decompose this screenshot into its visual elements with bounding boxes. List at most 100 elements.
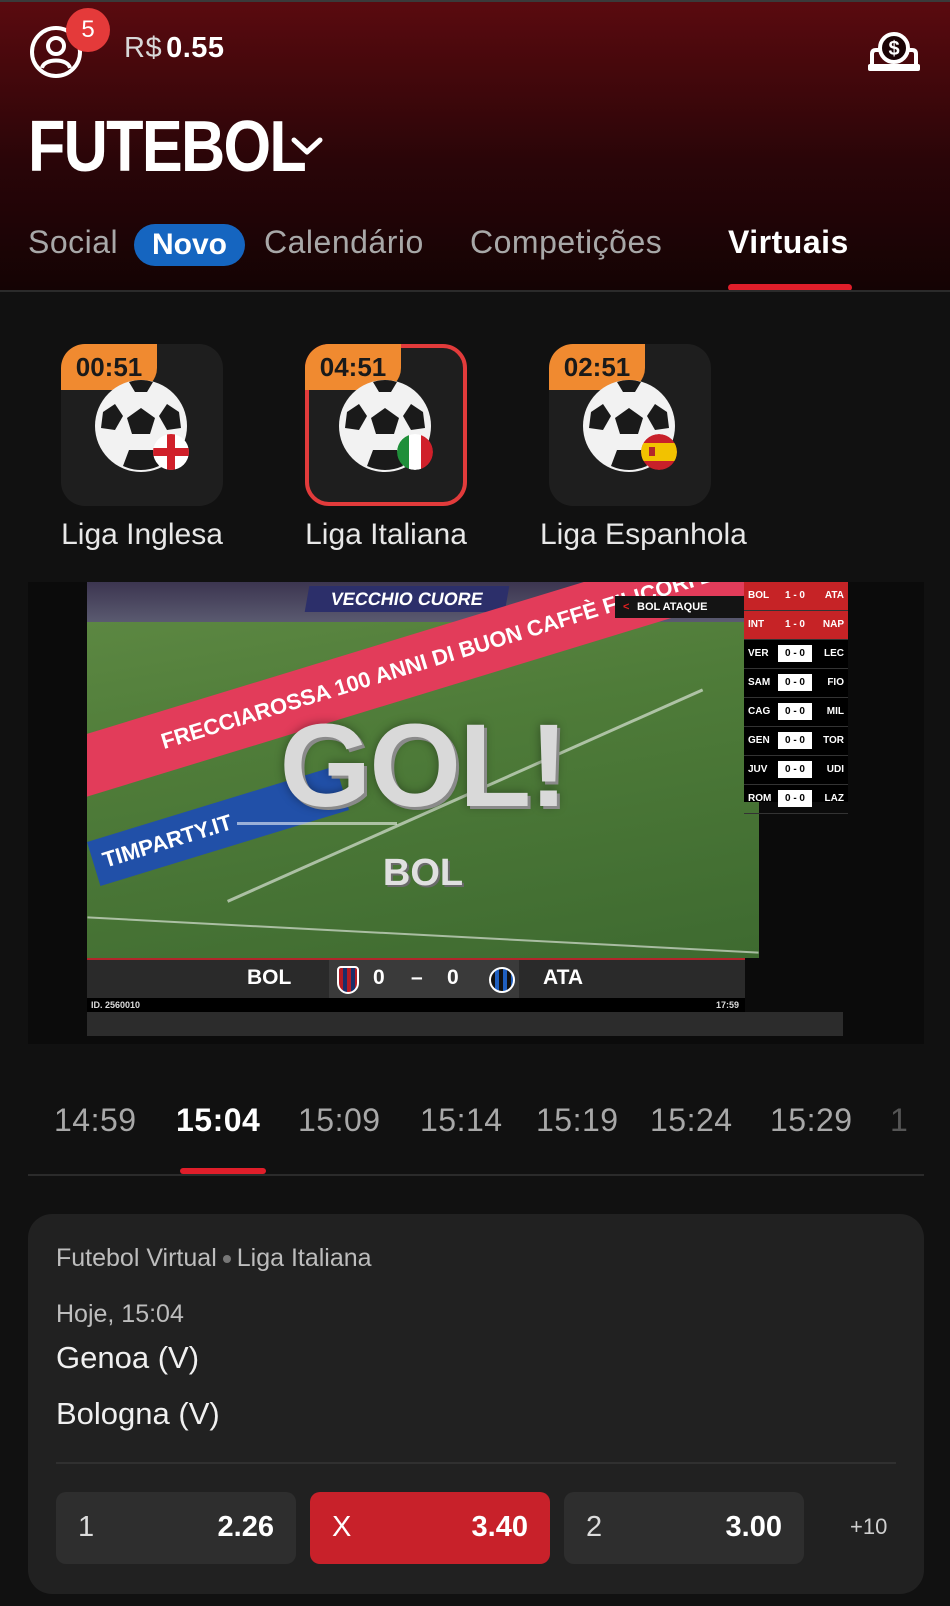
match-scorebar: BOL 0 – 0 ATA	[87, 958, 745, 1000]
score: 0 - 0	[778, 645, 812, 662]
chevron-down-icon[interactable]	[290, 132, 324, 160]
balance-currency: R$	[124, 32, 163, 64]
bologna-crest-icon	[337, 966, 359, 994]
results-row: INT 1 - 0 NAP	[744, 611, 848, 640]
away-team: UDI	[826, 764, 844, 775]
league-card-italiana[interactable]: 04:51 Liga Italiana	[296, 344, 476, 552]
event-card[interactable]: Futebol Virtual Liga Italiana Hoje, 15:04…	[28, 1214, 924, 1594]
header-divider	[0, 290, 950, 292]
notification-badge: 5	[66, 8, 110, 52]
pitch-line	[87, 916, 759, 954]
league-tile[interactable]: 00:51	[61, 344, 223, 506]
league-card-inglesa[interactable]: 00:51 Liga Inglesa	[52, 344, 232, 552]
team-home: Genoa (V)	[56, 1340, 200, 1375]
results-row: GEN 0 - 0 TOR	[744, 727, 848, 756]
event-league: Liga Italiana	[236, 1244, 372, 1272]
event-label: BOL ATAQUE	[637, 601, 708, 613]
video-footer: ID. 2560010 17:59	[87, 998, 745, 1012]
time-slot[interactable]: 14:59	[54, 1102, 137, 1139]
app-header: 5 R$ 0.55 $ FUTEBOL Social Novo Calendári…	[0, 0, 950, 292]
spain-flag-icon	[641, 434, 677, 470]
home-score: 0	[373, 966, 385, 989]
sport-tabs: Social Novo Calendário Competições Virtu…	[0, 214, 950, 292]
goal-team-text: BOL	[382, 852, 464, 894]
tab-calendario[interactable]: Calendário	[264, 224, 424, 261]
odd-button-home[interactable]: 1 2.26	[56, 1492, 296, 1564]
odd-button-away[interactable]: 2 3.00	[564, 1492, 804, 1564]
tab-competicoes[interactable]: Competições	[470, 224, 662, 261]
tab-virtuais[interactable]: Virtuais	[728, 224, 849, 261]
score: 0 - 0	[778, 674, 812, 691]
goal-overlay-text: GOL!	[279, 700, 569, 832]
score: 0 - 0	[778, 761, 812, 778]
scorebar-score: 0 – 0	[329, 960, 519, 1000]
more-markets-link[interactable]: +10	[850, 1514, 887, 1540]
results-row: BOL 1 - 0 ATA	[744, 582, 848, 611]
time-slot[interactable]: 15:24	[650, 1102, 733, 1139]
scorebar-away-team: ATA	[543, 966, 584, 989]
card-divider	[56, 1462, 896, 1464]
home-team: JUV	[748, 764, 768, 775]
match-clock: 17:59	[715, 1000, 739, 1010]
odd-label: 2	[586, 1511, 603, 1543]
results-table: BOL 1 - 0 ATA INT 1 - 0 NAP VER 0 - 0 LE…	[744, 582, 848, 814]
atalanta-crest-icon	[489, 967, 515, 993]
event-sport: Futebol Virtual	[56, 1244, 217, 1272]
stadium-ad: VECCHIO CUORE	[304, 586, 510, 612]
results-row: JUV 0 - 0 UDI	[744, 756, 848, 785]
separator-dot	[222, 1255, 231, 1264]
odd-button-draw[interactable]: X 3.40	[310, 1492, 550, 1564]
svg-text:$: $	[888, 38, 899, 60]
odd-label: 1	[78, 1511, 95, 1543]
league-tile[interactable]: 04:51	[305, 344, 467, 506]
tab-social[interactable]: Social	[28, 224, 118, 261]
league-name: Liga Inglesa	[61, 518, 223, 551]
time-slot[interactable]: 1	[890, 1102, 908, 1139]
live-video-player[interactable]: VECCHIO CUORE FRECCIAROSSA 100 ANNI DI B…	[28, 582, 924, 1044]
time-slot[interactable]: 15:14	[420, 1102, 503, 1139]
event-bar: < BOL ATAQUE 2019	[615, 596, 759, 618]
italy-flag-icon	[397, 434, 433, 470]
away-score: 0	[447, 966, 459, 989]
away-team: MIL	[826, 706, 844, 717]
scorebar-home-team: BOL	[247, 966, 292, 989]
odd-value: 3.00	[725, 1511, 782, 1543]
back-arrow-icon: <	[623, 601, 630, 613]
league-tile[interactable]: 02:51	[549, 344, 711, 506]
time-slot[interactable]: 15:19	[536, 1102, 619, 1139]
score-dash: –	[411, 966, 423, 989]
results-row: VER 0 - 0 LEC	[744, 640, 848, 669]
away-team: LAZ	[824, 793, 844, 804]
event-breadcrumb: Futebol Virtual Liga Italiana	[56, 1244, 372, 1273]
time-selector: 14:59 15:04 15:09 15:14 15:19 15:24 15:2…	[28, 1086, 924, 1176]
time-slot-active[interactable]: 15:04	[176, 1102, 260, 1139]
page-title[interactable]: FUTEBOL	[28, 106, 307, 188]
odd-value: 2.26	[217, 1511, 274, 1543]
home-team: INT	[748, 619, 765, 630]
balance[interactable]: R$ 0.55	[124, 32, 225, 65]
home-team: SAM	[748, 677, 771, 688]
league-name: Liga Italiana	[305, 518, 467, 551]
odd-value: 3.40	[471, 1511, 528, 1543]
away-team: TOR	[823, 735, 844, 746]
video-progress-area	[87, 1012, 843, 1036]
time-slot[interactable]: 15:09	[298, 1102, 381, 1139]
event-time: Hoje, 15:04	[56, 1300, 184, 1328]
england-flag-icon	[153, 434, 189, 470]
results-row: ROM 0 - 0 LAZ	[744, 785, 848, 814]
away-team: ATA	[824, 590, 844, 601]
home-team: VER	[748, 648, 769, 659]
league-card-espanhola[interactable]: 02:51 Liga Espanhola	[540, 344, 747, 552]
deposit-icon[interactable]: $	[866, 28, 922, 74]
away-team: FIO	[827, 677, 844, 688]
away-team: LEC	[824, 648, 844, 659]
results-row: SAM 0 - 0 FIO	[744, 669, 848, 698]
score: 0 - 0	[778, 790, 812, 807]
team-away: Bologna (V)	[56, 1396, 220, 1431]
home-team: BOL	[748, 590, 770, 601]
away-team: NAP	[822, 619, 844, 630]
score: 1 - 0	[784, 590, 805, 601]
score: 0 - 0	[778, 703, 812, 720]
time-slot[interactable]: 15:29	[770, 1102, 853, 1139]
video-frame: VECCHIO CUORE FRECCIAROSSA 100 ANNI DI B…	[87, 582, 759, 958]
